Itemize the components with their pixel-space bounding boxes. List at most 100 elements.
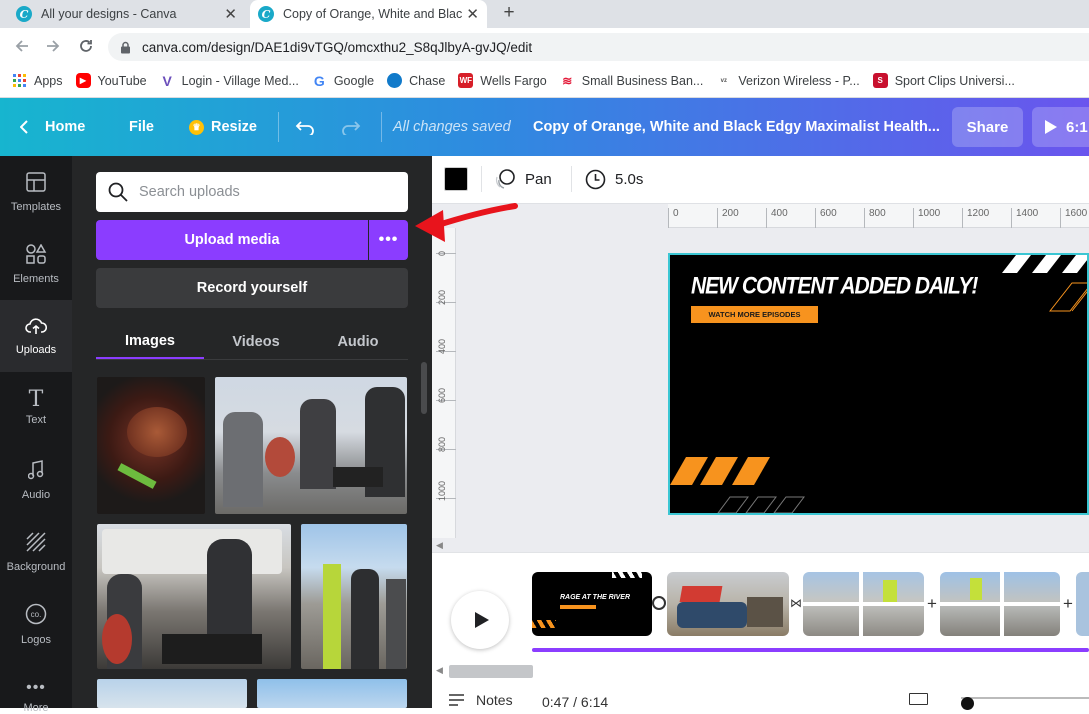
- resize-button[interactable]: ♛ Resize: [189, 98, 257, 156]
- close-tab-icon[interactable]: ✕: [224, 5, 237, 23]
- present-button[interactable]: 6:1: [1032, 107, 1089, 147]
- rail-label: Templates: [10, 200, 62, 213]
- timeline-clip-4[interactable]: [940, 572, 1060, 636]
- pan-animation-button[interactable]: Pan: [494, 167, 552, 191]
- bookmark-google[interactable]: G Google: [312, 72, 374, 89]
- stripes-bottom-graphic: [670, 457, 805, 513]
- upload-image-thumbnail[interactable]: [97, 524, 291, 669]
- design-canvas-page[interactable]: NEW CONTENT ADDED DAILY! WATCH MORE EPIS…: [668, 253, 1089, 515]
- bookmark-village-med[interactable]: V Login - Village Med...: [160, 73, 298, 89]
- bookmark-youtube[interactable]: ▶ YouTube: [75, 73, 147, 88]
- clip-detail: [803, 602, 924, 606]
- clip-detail: [883, 580, 897, 602]
- crown-icon: ♛: [189, 119, 204, 135]
- bookmark-small-business[interactable]: ≋ Small Business Ban...: [560, 73, 703, 88]
- timeline-clip-3[interactable]: [803, 572, 924, 636]
- timeline-clip-2[interactable]: [667, 572, 789, 636]
- bookmark-chase[interactable]: Chase: [387, 73, 445, 88]
- color-swatch[interactable]: [444, 167, 468, 191]
- bookmark-wells-fargo[interactable]: WF Wells Fargo: [458, 73, 547, 88]
- transition-icon[interactable]: [652, 596, 666, 610]
- tab-images[interactable]: Images: [96, 325, 204, 359]
- redo-icon[interactable]: [341, 98, 361, 156]
- browser-tab-editor[interactable]: C Copy of Orange, White and Black ✕: [250, 0, 487, 28]
- rail-label: Uploads: [15, 343, 57, 356]
- bookmark-label: YouTube: [97, 73, 147, 88]
- reload-icon[interactable]: [73, 28, 99, 64]
- search-placeholder: Search uploads: [139, 184, 240, 200]
- add-clip-icon[interactable]: +: [1060, 594, 1076, 613]
- design-cta-button[interactable]: WATCH MORE EPISODES: [691, 306, 818, 323]
- record-yourself-button[interactable]: Record yourself: [96, 268, 408, 308]
- tab-title: Copy of Orange, White and Black: [283, 7, 463, 21]
- google-icon: G: [313, 72, 325, 89]
- zoom-slider[interactable]: [961, 697, 1089, 699]
- play-timeline-button[interactable]: [451, 591, 509, 649]
- duration-button[interactable]: 5.0s: [585, 167, 643, 191]
- youtube-icon: ▶: [75, 73, 91, 88]
- rail-more[interactable]: ••• More: [0, 660, 72, 714]
- design-title[interactable]: Copy of Orange, White and Black Edgy Max…: [533, 98, 940, 156]
- bookmark-label: Wells Fargo: [480, 73, 547, 88]
- bookmark-apps[interactable]: Apps: [12, 73, 63, 88]
- timeline-clip-5[interactable]: [1076, 572, 1089, 636]
- upload-image-thumbnail[interactable]: [97, 377, 205, 514]
- rail-elements[interactable]: Elements: [0, 228, 72, 300]
- image-detail: [351, 569, 379, 669]
- tab-videos[interactable]: Videos: [204, 325, 308, 359]
- rail-audio[interactable]: Audio: [0, 444, 72, 516]
- design-headline[interactable]: NEW CONTENT ADDED DAILY!: [691, 273, 978, 301]
- scroll-left-icon[interactable]: ◀: [436, 540, 443, 551]
- search-uploads-input[interactable]: Search uploads: [96, 172, 408, 212]
- clip-detail: [612, 572, 642, 578]
- notes-button[interactable]: Notes: [448, 692, 513, 708]
- back-arrow-icon[interactable]: [9, 28, 35, 64]
- zoom-slider-handle[interactable]: [961, 697, 974, 710]
- clip-detail: [1000, 572, 1004, 636]
- file-label: File: [129, 119, 154, 135]
- close-tab-icon[interactable]: ✕: [466, 5, 479, 23]
- upload-media-button[interactable]: Upload media: [96, 220, 368, 260]
- url-field[interactable]: canva.com/design/DAE1di9vTGQ/omcxthu2_S8…: [108, 33, 1089, 61]
- verizon-icon: vz: [720, 77, 728, 84]
- add-clip-icon[interactable]: +: [924, 594, 940, 613]
- elements-icon: [25, 242, 47, 269]
- browser-tab-designs[interactable]: C All your designs - Canva ✕: [8, 0, 245, 28]
- file-menu-button[interactable]: File: [129, 98, 154, 156]
- rail-logos[interactable]: co. Logos: [0, 588, 72, 660]
- upload-image-thumbnail[interactable]: [301, 524, 407, 669]
- upload-image-thumbnail[interactable]: [215, 377, 407, 514]
- ruler-tick-label: 1000: [918, 208, 941, 219]
- upload-image-thumbnail[interactable]: [257, 679, 407, 708]
- rail-uploads[interactable]: Uploads: [0, 300, 72, 372]
- ruler-tick-label: 600: [820, 208, 837, 219]
- undo-icon[interactable]: [295, 98, 315, 156]
- share-button[interactable]: Share: [952, 107, 1023, 147]
- scroll-left-icon[interactable]: ◀: [436, 665, 443, 676]
- ruler-tick: [962, 208, 963, 228]
- background-icon: [26, 531, 46, 557]
- timeline-progress-bar[interactable]: [532, 648, 1089, 652]
- timeline-clip-1[interactable]: RAGE AT THE RIVER: [532, 572, 652, 636]
- page-view-icon[interactable]: [909, 693, 928, 705]
- image-detail: [223, 412, 263, 507]
- home-button[interactable]: Home: [20, 98, 85, 156]
- rail-templates[interactable]: Templates: [0, 156, 72, 228]
- bookmark-verizon[interactable]: vz Verizon Wireless - P...: [716, 73, 860, 88]
- bookmark-sport-clips[interactable]: S Sport Clips Universi...: [872, 73, 1015, 88]
- ruler-tick: [1060, 208, 1061, 228]
- upload-image-thumbnail[interactable]: [97, 679, 247, 708]
- new-tab-icon[interactable]: +: [499, 2, 519, 23]
- transition-icon[interactable]: ⋈: [789, 596, 803, 610]
- stripes-top-graphic: [1002, 255, 1087, 312]
- panel-scrollbar[interactable]: [421, 362, 427, 414]
- play-icon: [474, 611, 490, 629]
- more-upload-options-button[interactable]: •••: [369, 220, 408, 260]
- tab-audio[interactable]: Audio: [308, 325, 408, 359]
- clock-icon: [585, 169, 606, 190]
- timeline-scrollbar[interactable]: [449, 665, 533, 678]
- rail-background[interactable]: Background: [0, 516, 72, 588]
- forward-arrow-icon[interactable]: [40, 28, 66, 64]
- clip-detail: [679, 586, 723, 602]
- rail-text[interactable]: T Text: [0, 372, 72, 444]
